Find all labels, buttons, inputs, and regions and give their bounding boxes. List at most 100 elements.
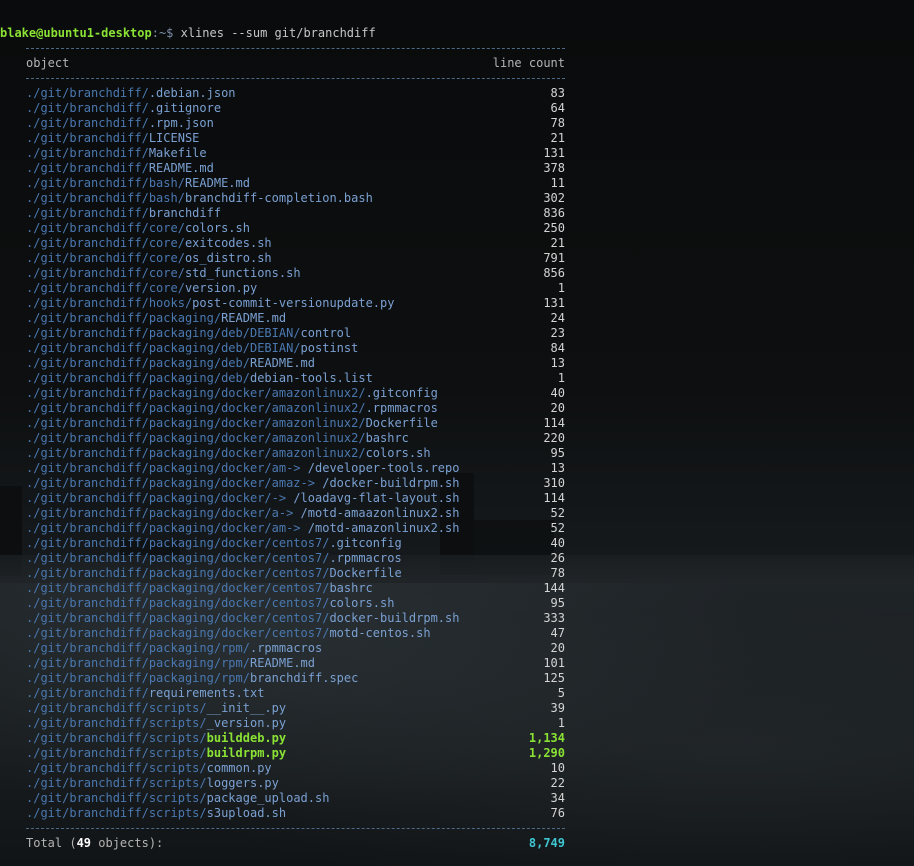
row-object-path: ./git/branchdiff/Makefile (26, 146, 207, 161)
row-line-count: 13 (550, 356, 565, 370)
row-file: README.md (148, 161, 214, 175)
table-rows: ./git/branchdiff/.debian.json 83 ./git/bra… (26, 86, 565, 821)
row-dir: ./git/branchdiff/packaging/docker/am-> (26, 461, 308, 475)
row-object-path: ./git/branchdiff/LICENSE (26, 131, 199, 146)
row-file: README.md (249, 356, 315, 370)
row-dir: ./git/branchdiff/ (26, 86, 149, 100)
row-file: Dockerfile (365, 416, 438, 430)
table-row: ./git/branchdiff/.debian.json 83 (26, 86, 565, 101)
row-line-count: 84 (550, 341, 565, 355)
row-file: .gitignore (148, 101, 222, 115)
row-object-path: ./git/branchdiff/requirements.txt (26, 686, 264, 701)
row-object-path: ./git/branchdiff/core/version.py (26, 281, 257, 296)
row-line-count: 125 (543, 671, 565, 685)
row-dir: ./git/branchdiff/packaging/docker/centos… (26, 596, 330, 610)
table-row: ./git/branchdiff/packaging/deb/README.md… (26, 356, 565, 371)
row-file: /motd-amazonlinux2.sh (307, 521, 460, 535)
row-dir: ./git/branchdiff/packaging/rpm/ (26, 656, 250, 670)
row-object-path: ./git/branchdiff/scripts/common.py (26, 761, 272, 776)
command-prompt-line: blake@ubuntu1-desktop:~$ xlines --sum gi… (0, 26, 565, 41)
row-line-count: 40 (550, 536, 565, 550)
row-line-count: 13 (550, 461, 565, 475)
table-row: ./git/branchdiff/scripts/__init__.py 39 (26, 701, 565, 716)
row-file: colors.sh (365, 446, 431, 460)
row-line-count: 856 (543, 266, 565, 280)
row-line-count: 333 (543, 611, 565, 625)
row-line-count: 836 (543, 206, 565, 220)
table-row: ./git/branchdiff/requirements.txt 5 (26, 686, 565, 701)
row-line-count: 20 (550, 401, 565, 415)
row-dir: ./git/branchdiff/packaging/docker/centos… (26, 626, 330, 640)
table-row: ./git/branchdiff/packaging/deb/DEBIAN/po… (26, 341, 565, 356)
row-line-count: 114 (543, 491, 565, 505)
table-row: ./git/branchdiff/packaging/docker/amaz->… (26, 476, 565, 491)
row-line-count: 39 (550, 701, 565, 715)
row-dir: ./git/branchdiff/core/ (26, 281, 185, 295)
row-dir: ./git/branchdiff/scripts/ (26, 746, 207, 760)
row-object-path: ./git/branchdiff/scripts/package_upload.… (26, 791, 329, 806)
row-line-count: 95 (550, 596, 565, 610)
row-file: .rpmmacros (329, 551, 402, 565)
table-row: ./git/branchdiff/core/os_distro.sh 791 (26, 251, 565, 266)
terminal-output[interactable]: blake@ubuntu1-desktop:~$ xlines --sum gi… (0, 26, 565, 851)
prompt-command: xlines --sum git/branchdiff (173, 26, 376, 40)
header-object: object (26, 56, 70, 70)
row-file: .gitconfig (365, 386, 438, 400)
row-dir: ./git/branchdiff/packaging/docker/amazon… (26, 431, 366, 445)
table-row: ./git/branchdiff/core/exitcodes.sh 21 (26, 236, 565, 251)
row-dir: ./git/branchdiff/scripts/ (26, 731, 207, 745)
table-row: ./git/branchdiff/packaging/docker/-> /lo… (26, 491, 565, 506)
row-object-path: ./git/branchdiff/packaging/docker/am-> /… (26, 461, 459, 476)
row-dir: ./git/branchdiff/packaging/docker/-> (26, 491, 294, 505)
row-file: .rpm.json (148, 116, 214, 130)
row-object-path: ./git/branchdiff/packaging/docker/amaz->… (26, 476, 460, 491)
row-file: std_functions.sh (184, 266, 301, 280)
row-file: debian-tools.list (249, 371, 373, 385)
row-dir: ./git/branchdiff/ (26, 161, 149, 175)
row-file: buildrpm.py (206, 746, 287, 760)
row-file: .rpmmacros (249, 641, 323, 655)
row-object-path: ./git/branchdiff/packaging/deb/debian-to… (26, 371, 373, 386)
row-file: motd-centos.sh (329, 626, 431, 640)
row-object-path: ./git/branchdiff/.debian.json (26, 86, 236, 101)
table-row: ./git/branchdiff/README.md 378 (26, 161, 565, 176)
row-dir: ./git/branchdiff/scripts/ (26, 716, 207, 730)
table-row: ./git/branchdiff/.rpm.json 78 (26, 116, 565, 131)
row-object-path: ./git/branchdiff/packaging/docker/centos… (26, 581, 373, 596)
row-line-count: 52 (550, 521, 565, 535)
row-line-count: 378 (543, 161, 565, 175)
row-line-count: 302 (543, 191, 565, 205)
table-header: object line count (26, 56, 565, 71)
row-object-path: ./git/branchdiff/packaging/docker/amazon… (26, 416, 438, 431)
row-dir: ./git/branchdiff/ (26, 101, 149, 115)
total-object-count: 49 (76, 836, 92, 850)
table-row: ./git/branchdiff/core/colors.sh 250 (26, 221, 565, 236)
row-object-path: ./git/branchdiff/core/exitcodes.sh (26, 236, 272, 251)
table-row: ./git/branchdiff/packaging/deb/DEBIAN/co… (26, 326, 565, 341)
table-row: ./git/branchdiff/core/version.py 1 (26, 281, 565, 296)
table-row: ./git/branchdiff/packaging/docker/amazon… (26, 401, 565, 416)
total-label: Total (49 objects): (26, 836, 164, 850)
prompt-user-host: blake@ubuntu1-desktop (0, 26, 152, 40)
row-dir: ./git/branchdiff/scripts/ (26, 776, 207, 790)
row-object-path: ./git/branchdiff/core/colors.sh (26, 221, 250, 236)
table-row: ./git/branchdiff/scripts/loggers.py 22 (26, 776, 565, 791)
row-dir: ./git/branchdiff/ (26, 686, 149, 700)
table-row: ./git/branchdiff/packaging/rpm/branchdif… (26, 671, 565, 686)
row-file: .rpmmacros (365, 401, 438, 415)
row-dir: ./git/branchdiff/core/ (26, 221, 185, 235)
row-line-count: 64 (550, 101, 565, 115)
row-dir: ./git/branchdiff/ (26, 206, 149, 220)
row-dir: ./git/branchdiff/packaging/deb/ (26, 356, 250, 370)
row-dir: ./git/branchdiff/packaging/deb/ (26, 371, 250, 385)
row-object-path: ./git/branchdiff/packaging/docker/centos… (26, 626, 431, 641)
row-object-path: ./git/branchdiff/scripts/buildrpm.py (26, 746, 286, 761)
row-file: /docker-buildrpm.sh (322, 476, 460, 490)
row-object-path: ./git/branchdiff/packaging/README.md (26, 311, 286, 326)
row-dir: ./git/branchdiff/bash/ (26, 176, 185, 190)
table-row: ./git/branchdiff/packaging/rpm/.rpmmacro… (26, 641, 565, 656)
table-row: ./git/branchdiff/packaging/docker/centos… (26, 551, 565, 566)
table-row: ./git/branchdiff/bash/README.md 11 (26, 176, 565, 191)
table-total-row: Total (49 objects): 8,749 (26, 836, 565, 851)
row-object-path: ./git/branchdiff/packaging/deb/DEBIAN/co… (26, 326, 351, 341)
